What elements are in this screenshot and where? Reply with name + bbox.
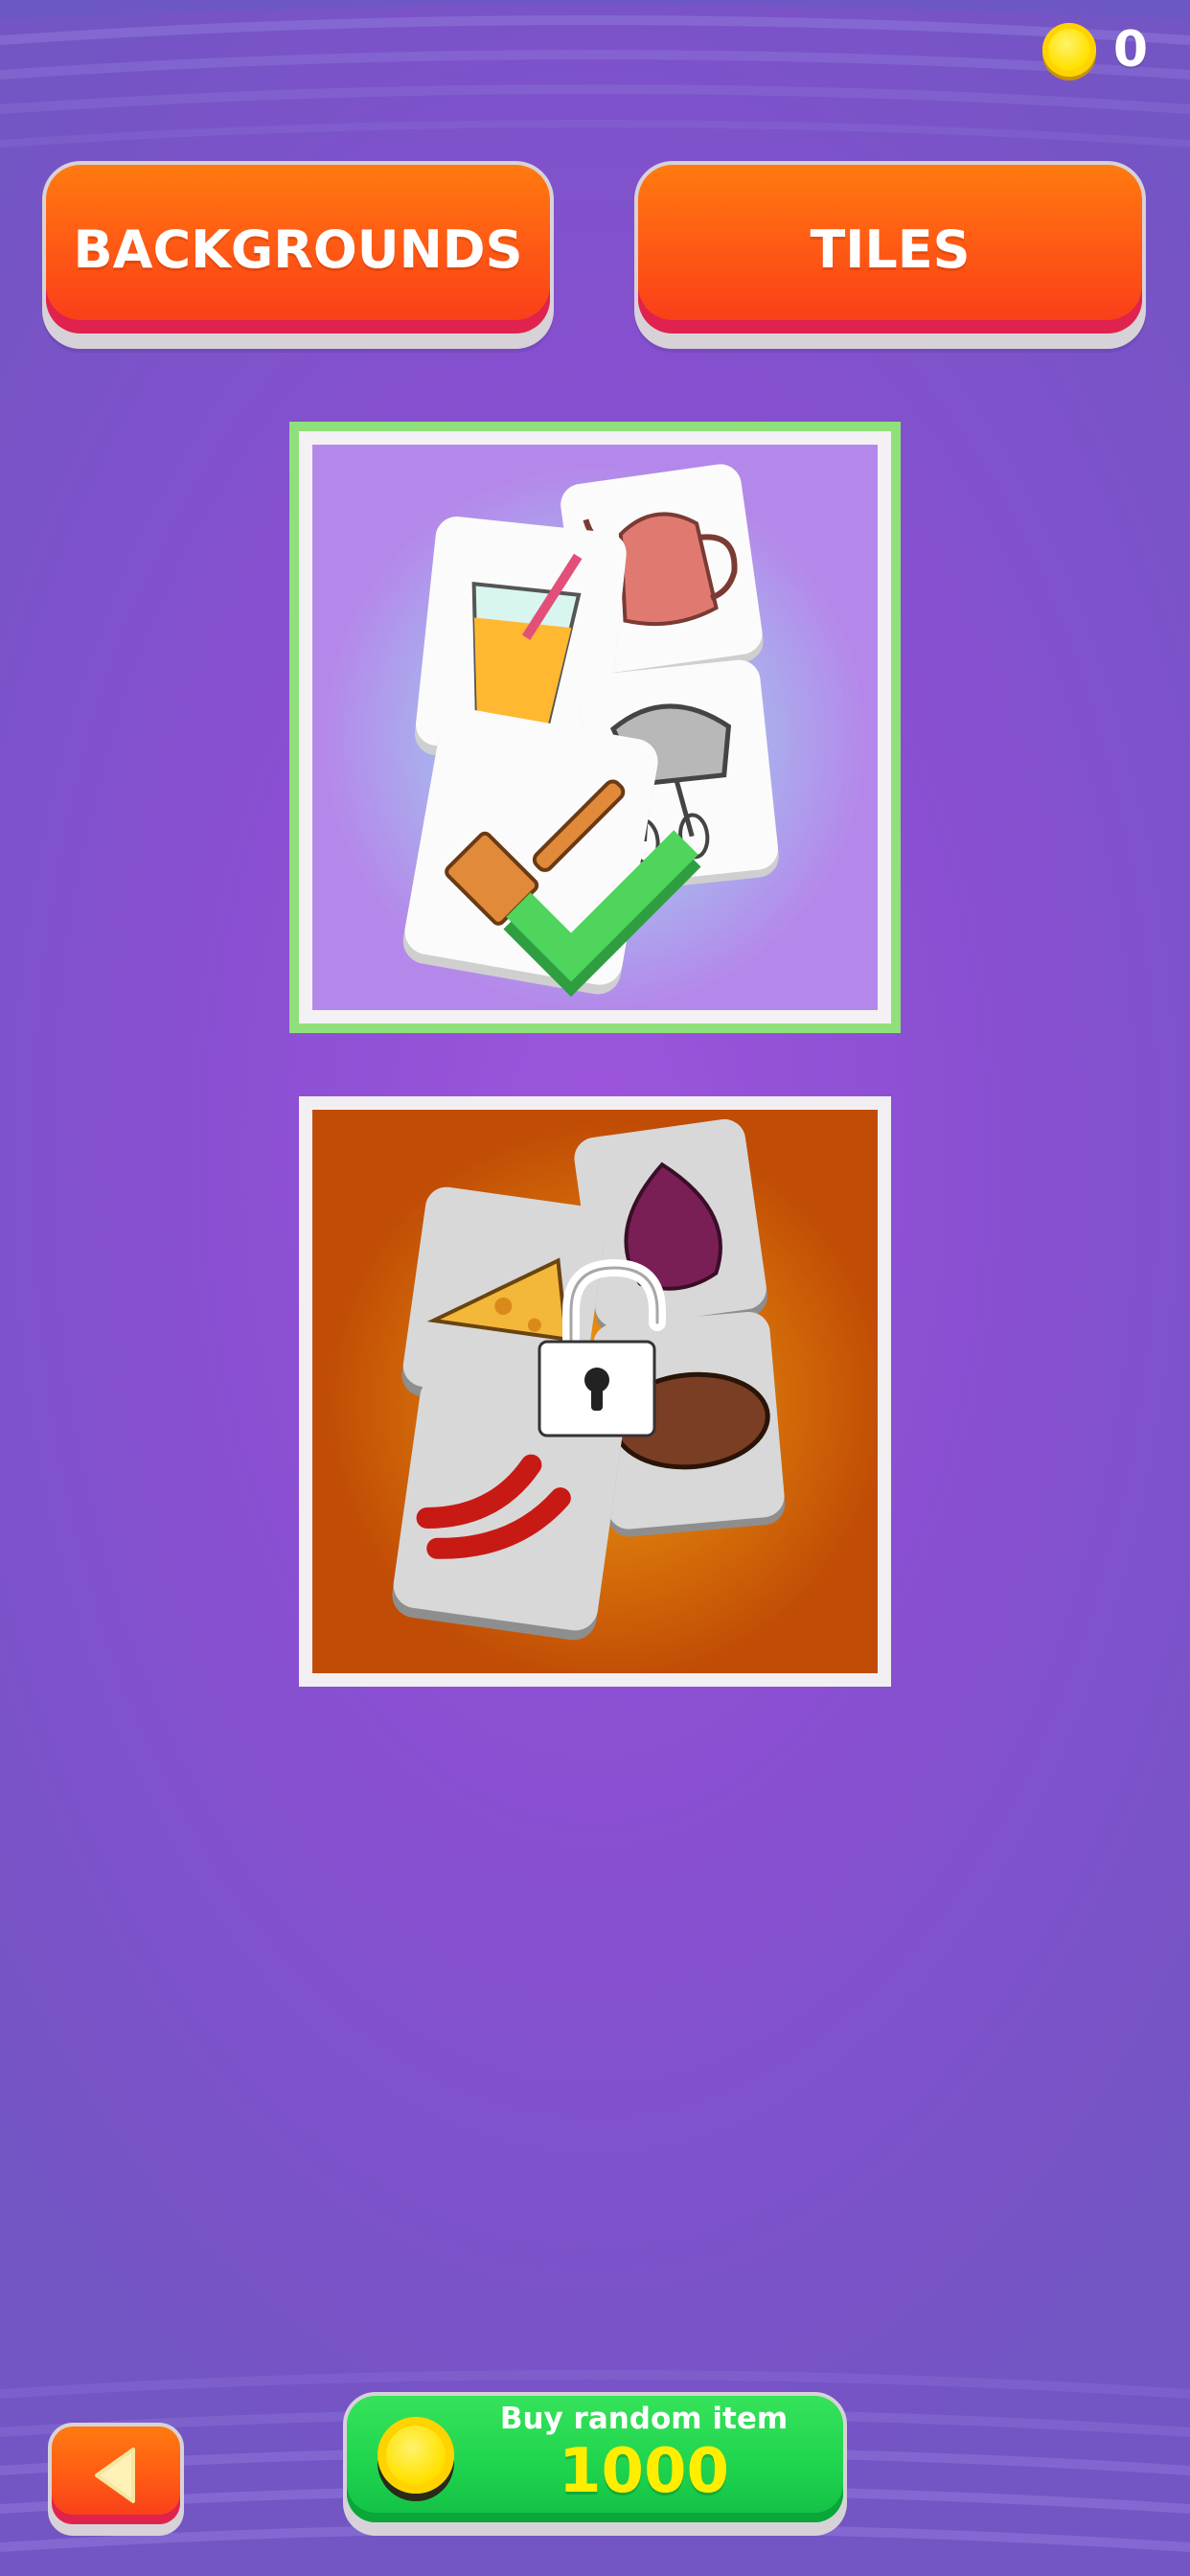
back-arrow-icon (95, 2448, 135, 2503)
buy-random-item-button[interactable]: Buy random item 1000 (343, 2392, 847, 2536)
tab-backgrounds[interactable]: BACKGROUNDS (42, 161, 554, 349)
tileset-kitchen-preview (312, 445, 878, 1010)
tab-backgrounds-label: BACKGROUNDS (73, 218, 523, 280)
tab-tiles[interactable]: TILES (634, 161, 1146, 349)
coin-counter: 0 (1041, 21, 1148, 79)
tileset-kitchen-card[interactable] (289, 422, 901, 1033)
tileset-food-preview (312, 1110, 878, 1673)
back-button[interactable] (48, 2423, 184, 2536)
coin-icon (1041, 23, 1096, 77)
top-wave-decoration (0, 0, 1190, 163)
coin-count: 0 (1112, 21, 1148, 79)
buy-random-item-label: Buy random item (499, 2402, 789, 2436)
coin-icon (378, 2417, 454, 2494)
tileset-food-card[interactable] (299, 1096, 891, 1687)
tab-tiles-label: TILES (810, 218, 971, 280)
buy-price: 1000 (558, 2436, 730, 2507)
